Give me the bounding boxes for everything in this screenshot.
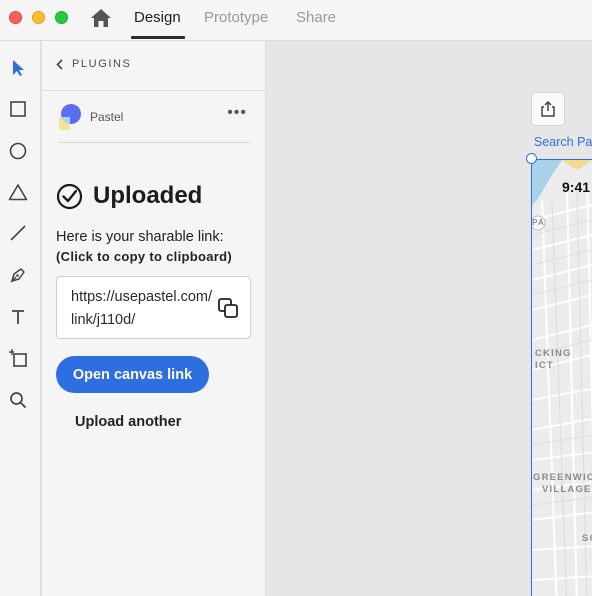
select-tool-icon[interactable] [6, 56, 30, 80]
map-label: VILLAGE [542, 484, 592, 495]
copy-icon[interactable] [217, 297, 239, 319]
map-label: GREENWIC [533, 472, 592, 483]
pastel-logo-icon [58, 103, 82, 131]
back-to-plugins-button[interactable]: PLUGINS [56, 58, 132, 70]
zoom-tool-icon[interactable] [6, 388, 30, 412]
map-label: CKING [535, 348, 572, 359]
map-label: ICT [535, 360, 554, 371]
share-link-text[interactable]: https://usepastel.com/link/j110d/ [71, 286, 213, 332]
copy-hint: (Click to copy to clipboard) [56, 249, 232, 264]
artboard-search-page[interactable]: 9:41 PA CKING ICT GREENWIC VILLAGE SO [531, 159, 592, 596]
check-circle-icon [56, 183, 83, 209]
plugin-name: Pastel [90, 110, 124, 124]
pen-tool-icon[interactable] [6, 263, 30, 287]
close-window-button[interactable] [9, 11, 22, 24]
tools-toolbar [0, 41, 41, 596]
active-tab-indicator [131, 36, 185, 39]
home-icon[interactable] [90, 8, 112, 28]
status-bar-time: 9:41 [562, 179, 591, 195]
tab-share[interactable]: Share [296, 9, 336, 26]
chevron-left-icon [56, 58, 63, 70]
divider [42, 90, 266, 91]
share-export-icon [541, 100, 555, 117]
status-title: Uploaded [93, 182, 203, 209]
artboard-tool-icon[interactable] [6, 346, 30, 370]
tab-design[interactable]: Design [134, 9, 181, 26]
upload-status: Uploaded [56, 182, 202, 210]
title-bar: Design Prototype Share [0, 0, 592, 41]
tab-prototype[interactable]: Prototype [204, 9, 268, 26]
selection-handle[interactable] [526, 153, 537, 164]
zoom-window-button[interactable] [55, 11, 68, 24]
polygon-tool-icon[interactable] [6, 180, 30, 204]
ellipse-tool-icon[interactable] [6, 139, 30, 163]
map-label: SO [582, 533, 592, 544]
map-label: PA [532, 218, 545, 227]
export-button[interactable] [531, 92, 565, 126]
artboard-label[interactable]: Search Pa [534, 135, 592, 149]
minimize-window-button[interactable] [32, 11, 45, 24]
open-canvas-link-button[interactable]: Open canvas link [56, 356, 209, 393]
share-text: Here is your sharable link: [56, 229, 224, 245]
design-canvas[interactable]: Search Pa 9:41 PA CKING ICT GREENWIC VIL… [267, 41, 592, 596]
back-label: PLUGINS [72, 58, 132, 70]
plugin-panel: PLUGINS Pastel ••• Uploaded Here is your… [42, 41, 266, 596]
plugin-header: Pastel ••• [58, 101, 251, 143]
line-tool-icon[interactable] [6, 221, 30, 245]
upload-another-button[interactable]: Upload another [75, 414, 181, 430]
share-link-field[interactable]: https://usepastel.com/link/j110d/ [56, 276, 251, 339]
text-tool-icon[interactable] [6, 305, 30, 329]
more-options-button[interactable]: ••• [227, 104, 247, 122]
rectangle-tool-icon[interactable] [6, 97, 30, 121]
